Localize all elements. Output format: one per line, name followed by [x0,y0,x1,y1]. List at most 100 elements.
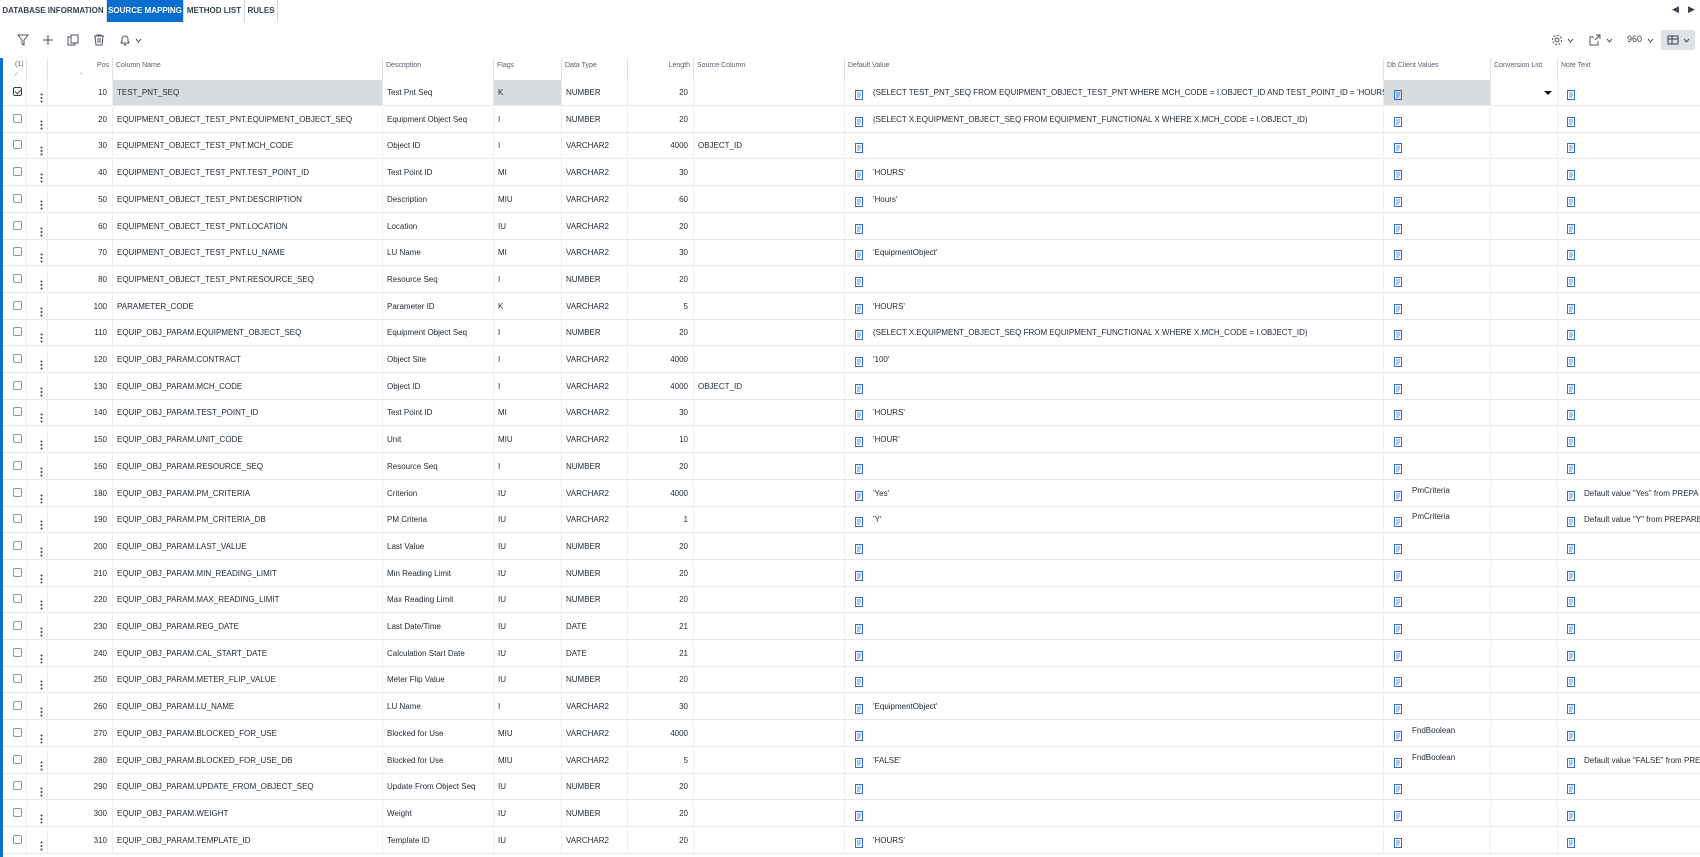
data-type-cell[interactable]: VARCHAR2 [562,507,628,533]
flags-cell[interactable]: MI [494,160,562,186]
table-row[interactable]: 140 EQUIP_OBJ_PARAM.TEST_POINT_ID Test Poi… [3,400,1700,427]
row-actions-cell[interactable] [27,827,48,853]
default-value-doc-icon[interactable] [855,541,863,554]
conversion-list-cell[interactable] [1491,213,1558,239]
more-options-icon[interactable] [40,836,43,851]
default-value-doc-icon[interactable] [855,407,863,421]
note-text-cell[interactable] [1558,320,1700,345]
db-client-values-doc-icon[interactable] [1394,728,1402,741]
db-client-values-doc-icon[interactable] [1394,327,1402,341]
header-description[interactable]: Description [383,58,494,80]
column-name-cell[interactable]: EQUIPMENT_OBJECT_TEST_PNT.TEST_POINT_ID [113,160,383,186]
row-checkbox[interactable] [13,380,22,390]
table-row[interactable]: 50 EQUIPMENT_OBJECT_TEST_PNT.DESCRIPTION D… [3,186,1700,213]
default-value-doc-icon[interactable] [855,247,863,261]
pos-cell[interactable]: 100 [48,293,113,319]
length-cell[interactable]: 5 [628,747,694,773]
db-client-values-doc-icon[interactable] [1394,381,1402,394]
more-options-icon[interactable] [40,435,43,450]
bell-chevron-down-icon[interactable] [135,37,142,44]
data-type-cell[interactable]: VARCHAR2 [562,213,628,239]
conversion-list-cell[interactable] [1491,293,1558,319]
description-cell[interactable]: Equipment Object Seq [383,106,494,132]
note-text-doc-icon[interactable] [1567,461,1575,474]
conversion-list-cell[interactable] [1491,186,1558,212]
default-value-cell[interactable] [845,213,1384,239]
row-select-cell[interactable] [3,453,27,479]
more-options-icon[interactable] [40,515,43,530]
length-cell[interactable]: 30 [628,160,694,186]
row-actions-cell[interactable] [27,533,48,559]
default-value-cell[interactable] [845,667,1384,693]
row-checkbox[interactable] [13,247,22,257]
row-checkbox[interactable] [13,460,22,470]
source-column-cell[interactable] [694,747,845,773]
row-select-cell[interactable] [3,106,27,132]
header-data-type[interactable]: Data Type [562,58,628,80]
row-actions-cell[interactable] [27,480,48,506]
table-row[interactable]: 110 EQUIP_OBJ_PARAM.EQUIPMENT_OBJECT_SEQ E… [3,320,1700,347]
note-text-doc-icon[interactable] [1567,728,1575,741]
note-text-doc-icon[interactable] [1567,514,1575,528]
description-cell[interactable]: Blocked for Use [383,747,494,773]
description-cell[interactable]: Parameter ID [383,293,494,319]
row-checkbox[interactable] [13,727,22,737]
data-type-cell[interactable]: VARCHAR2 [562,293,628,319]
more-options-icon[interactable] [40,675,43,690]
row-actions-cell[interactable] [27,720,48,746]
note-text-cell[interactable] [1558,107,1700,132]
data-type-cell[interactable]: VARCHAR2 [562,480,628,506]
length-cell[interactable]: 60 [628,186,694,212]
column-name-cell[interactable]: EQUIP_OBJ_PARAM.BLOCKED_FOR_USE_DB [113,747,383,773]
note-text-doc-icon[interactable] [1567,381,1575,394]
source-column-cell[interactable] [694,213,845,239]
length-cell[interactable]: 10 [628,427,694,453]
db-client-values-doc-icon[interactable] [1394,701,1402,715]
note-text-cell[interactable] [1558,240,1700,265]
table-row[interactable]: 60 EQUIPMENT_OBJECT_TEST_PNT.LOCATION Loca… [3,213,1700,240]
row-select-cell[interactable] [3,800,27,826]
row-checkbox[interactable] [13,807,22,817]
row-checkbox[interactable] [13,567,22,577]
row-select-cell[interactable] [3,186,27,212]
pos-cell[interactable]: 280 [48,747,113,773]
default-value-doc-icon[interactable] [855,354,863,367]
note-text-doc-icon[interactable] [1567,648,1575,661]
db-client-values-doc-icon[interactable] [1394,541,1402,554]
description-cell[interactable]: Object ID [383,133,494,159]
default-value-doc-icon[interactable] [855,381,863,394]
row-actions-cell[interactable] [27,347,48,372]
description-cell[interactable]: Object Site [383,347,494,372]
flags-cell[interactable]: I [494,133,562,159]
default-value-doc-icon[interactable] [855,514,863,528]
row-select-cell[interactable] [3,160,27,186]
data-type-cell[interactable]: NUMBER [562,80,628,105]
row-checkbox[interactable] [13,167,22,177]
header-select-all[interactable]: (1) ✓ [3,58,27,80]
pos-cell[interactable]: 250 [48,667,113,693]
description-cell[interactable]: Meter Flip Value [383,667,494,693]
data-type-cell[interactable]: NUMBER [562,320,628,346]
db-client-values-doc-icon[interactable] [1394,221,1402,234]
note-text-doc-icon[interactable] [1567,247,1575,261]
table-row[interactable]: 20 EQUIPMENT_OBJECT_TEST_PNT.EQUIPMENT_OB… [3,106,1700,133]
conversion-list-cell[interactable] [1491,133,1558,159]
source-column-cell[interactable] [694,240,845,266]
source-column-cell[interactable] [694,480,845,506]
default-value-cell[interactable] [845,747,1384,773]
pos-cell[interactable]: 190 [48,507,113,533]
pos-cell[interactable]: 130 [48,373,113,399]
db-client-values-doc-icon[interactable] [1394,621,1402,634]
flags-cell[interactable]: MIU [494,720,562,746]
db-client-values-doc-icon[interactable] [1394,755,1402,768]
db-client-values-doc-icon[interactable] [1394,674,1402,688]
row-select-cell[interactable] [3,774,27,800]
note-text-doc-icon[interactable] [1567,87,1575,100]
source-column-cell[interactable] [694,614,845,639]
db-client-values-doc-icon[interactable] [1394,594,1402,608]
row-select-cell[interactable] [3,213,27,239]
default-value-doc-icon[interactable] [855,648,863,661]
description-cell[interactable]: Unit [383,427,494,453]
source-column-cell[interactable] [694,266,845,292]
length-cell[interactable]: 4000 [628,373,694,399]
